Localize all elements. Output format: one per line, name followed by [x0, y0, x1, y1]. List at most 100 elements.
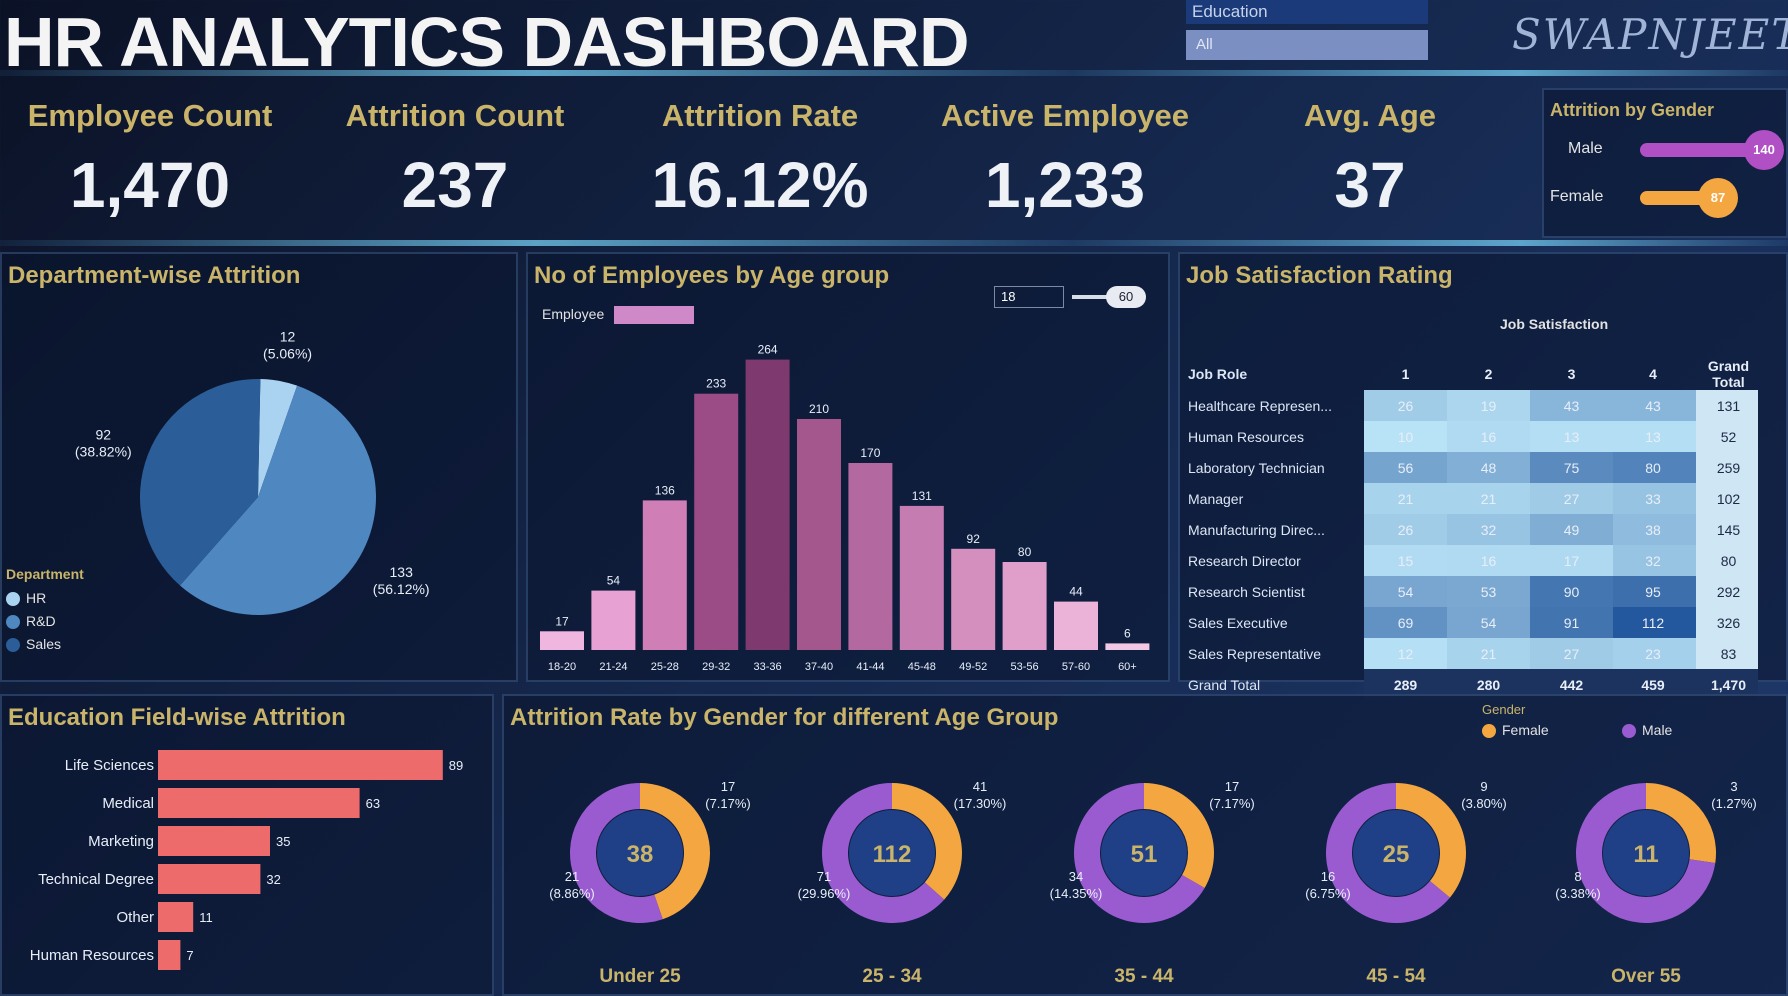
table-cell[interactable]: 56 [1364, 452, 1447, 483]
age-bar[interactable] [951, 548, 996, 650]
age-bar[interactable] [1054, 601, 1098, 650]
table-cell[interactable]: 16 [1447, 421, 1530, 452]
row-total-cell[interactable]: 83 [1696, 638, 1758, 669]
column-header[interactable]: 4 [1613, 358, 1696, 390]
age-bar[interactable] [899, 505, 944, 650]
legend-item-sales[interactable]: Sales [6, 636, 61, 659]
age-bar[interactable] [642, 500, 687, 650]
table-row[interactable]: Research Scientist 54 53 90 95 292 [1186, 576, 1758, 607]
table-row[interactable]: Sales Representative 12 21 27 23 83 [1186, 638, 1758, 669]
table-row[interactable]: Laboratory Technician 56 48 75 80 259 [1186, 452, 1758, 483]
job-satisfaction-table[interactable]: Job Role 1 2 3 4 Grand Total Healthcare … [1186, 358, 1758, 700]
table-row[interactable]: Healthcare Represen... 26 19 43 43 131 [1186, 390, 1758, 421]
table-cell[interactable]: 21 [1447, 638, 1530, 669]
donut-category-label: Over 55 [1611, 966, 1681, 987]
column-header[interactable]: 2 [1447, 358, 1530, 390]
table-cell[interactable]: 112 [1613, 607, 1696, 638]
table-cell[interactable]: 19 [1447, 390, 1530, 421]
education-bar[interactable] [158, 788, 360, 818]
table-cell[interactable]: 49 [1530, 514, 1613, 545]
table-cell[interactable]: 32 [1613, 545, 1696, 576]
table-cell[interactable]: 80 [1613, 452, 1696, 483]
row-total-cell[interactable]: 259 [1696, 452, 1758, 483]
column-header-job-role[interactable]: Job Role [1186, 358, 1364, 390]
table-cell[interactable]: 12 [1364, 638, 1447, 669]
age-bar-chart[interactable]: 17 18-20 54 21-24 136 25-28 233 29-32 264 33-36 21… [528, 254, 1168, 680]
table-cell[interactable]: 53 [1447, 576, 1530, 607]
table-cell[interactable]: 26 [1364, 514, 1447, 545]
table-row[interactable]: Manager 21 21 27 33 102 [1186, 483, 1758, 514]
table-cell[interactable]: 48 [1447, 452, 1530, 483]
kpi-attrition-rate[interactable]: Attrition Rate 16.12% [610, 88, 910, 222]
table-cell[interactable]: 43 [1530, 390, 1613, 421]
row-total-cell[interactable]: 80 [1696, 545, 1758, 576]
age-bar[interactable] [591, 590, 636, 650]
legend-item-rnd[interactable]: R&D [6, 613, 61, 636]
column-header[interactable]: 1 [1364, 358, 1447, 390]
row-total-cell[interactable]: 131 [1696, 390, 1758, 421]
gender-age-donut-charts[interactable]: 3817(7.17%)21(8.86%)Under 2511241(17.30%… [504, 696, 1786, 994]
donut-data-label: (3.38%) [1555, 886, 1601, 901]
table-cell[interactable]: 32 [1447, 514, 1530, 545]
education-bar[interactable] [158, 826, 270, 856]
department-attrition-panel[interactable]: Department-wise Attrition 12 (5.06%) 133 (5… [0, 252, 518, 682]
table-cell[interactable]: 13 [1530, 421, 1613, 452]
education-bar-chart[interactable]: Life Sciences 89 Medical 63 Marketing 35 Techn… [2, 696, 492, 994]
column-header-grand-total[interactable]: Grand Total [1696, 358, 1758, 390]
table-cell[interactable]: 23 [1613, 638, 1696, 669]
education-field-attrition-panel[interactable]: Education Field-wise Attrition Life Scie… [0, 694, 494, 996]
education-slicer-dropdown[interactable]: All [1186, 30, 1428, 60]
kpi-attrition-count[interactable]: Attrition Count 237 [305, 88, 605, 222]
row-total-cell[interactable]: 145 [1696, 514, 1758, 545]
table-cell[interactable]: 13 [1613, 421, 1696, 452]
education-bar[interactable] [158, 940, 181, 970]
table-cell[interactable]: 27 [1530, 638, 1613, 669]
table-row[interactable]: Manufacturing Direc... 26 32 49 38 145 [1186, 514, 1758, 545]
row-total-cell[interactable]: 52 [1696, 421, 1758, 452]
table-cell[interactable]: 43 [1613, 390, 1696, 421]
education-bar[interactable] [158, 750, 443, 780]
age-bar[interactable] [1002, 562, 1047, 650]
row-total-cell[interactable]: 292 [1696, 576, 1758, 607]
table-row[interactable]: Human Resources 10 16 13 13 52 [1186, 421, 1758, 452]
table-cell[interactable]: 21 [1447, 483, 1530, 514]
table-cell[interactable]: 69 [1364, 607, 1447, 638]
department-pie-chart[interactable]: 12(5.06%) 133(56.12%) 92(38.82%) [2, 254, 516, 680]
education-bar[interactable] [158, 864, 261, 894]
table-cell[interactable]: 91 [1530, 607, 1613, 638]
table-cell[interactable]: 17 [1530, 545, 1613, 576]
row-total-cell[interactable]: 102 [1696, 483, 1758, 514]
age-bar[interactable] [1105, 643, 1150, 650]
attrition-gender-age-panel[interactable]: Attrition Rate by Gender for different A… [502, 694, 1788, 996]
column-header[interactable]: 3 [1530, 358, 1613, 390]
table-cell[interactable]: 54 [1364, 576, 1447, 607]
age-bar[interactable] [694, 393, 739, 650]
table-cell[interactable]: 54 [1447, 607, 1530, 638]
age-bar[interactable] [745, 359, 790, 650]
table-cell[interactable]: 75 [1530, 452, 1613, 483]
row-total-cell[interactable]: 326 [1696, 607, 1758, 638]
education-bar[interactable] [158, 902, 194, 932]
table-cell[interactable]: 90 [1530, 576, 1613, 607]
kpi-avg-age[interactable]: Avg. Age 37 [1220, 88, 1520, 222]
age-bar[interactable] [848, 463, 893, 650]
attrition-by-gender-panel[interactable]: Attrition by Gender Male 140 Female 87 [1542, 88, 1788, 238]
table-cell[interactable]: 15 [1364, 545, 1447, 576]
education-slicer[interactable]: Education All [1186, 0, 1428, 62]
kpi-employee-count[interactable]: Employee Count 1,470 [0, 88, 300, 222]
legend-item-hr[interactable]: HR [6, 590, 61, 613]
table-cell[interactable]: 26 [1364, 390, 1447, 421]
kpi-active-employee[interactable]: Active Employee 1,233 [915, 88, 1215, 222]
employees-by-age-panel[interactable]: No of Employees by Age group Employee 18… [526, 252, 1170, 682]
table-cell[interactable]: 27 [1530, 483, 1613, 514]
table-cell[interactable]: 21 [1364, 483, 1447, 514]
table-cell[interactable]: 33 [1613, 483, 1696, 514]
table-row[interactable]: Sales Executive 69 54 91 112 326 [1186, 607, 1758, 638]
age-bar[interactable] [540, 631, 584, 650]
table-row[interactable]: Research Director 15 16 17 32 80 [1186, 545, 1758, 576]
table-cell[interactable]: 38 [1613, 514, 1696, 545]
table-cell[interactable]: 10 [1364, 421, 1447, 452]
table-cell[interactable]: 95 [1613, 576, 1696, 607]
age-bar[interactable] [797, 419, 841, 650]
table-cell[interactable]: 16 [1447, 545, 1530, 576]
